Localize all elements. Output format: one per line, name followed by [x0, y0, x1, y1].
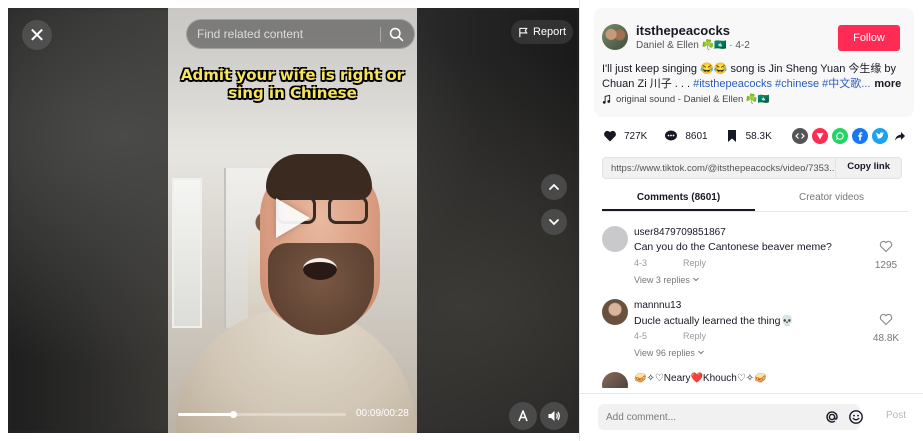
comment-meta: 4-5 Reply — [634, 331, 706, 341]
hashtags[interactable]: #itsthepeacocks #chinese #中文歌... — [693, 78, 870, 90]
progress-bar[interactable] — [178, 411, 346, 418]
comment-input[interactable] — [598, 404, 860, 430]
commenter-avatar[interactable] — [602, 372, 628, 388]
bookmark-icon — [724, 128, 740, 144]
next-video-button[interactable] — [541, 209, 567, 235]
share-url[interactable]: https://www.tiktok.com/@itsthepeacocks/v… — [603, 163, 835, 174]
comment-stat[interactable]: 8601 — [663, 128, 708, 144]
heart-outline-icon — [879, 313, 893, 326]
related-search-box[interactable] — [186, 19, 415, 49]
details-panel: itsthepeacocks Daniel & Ellen ☘️🇲🇴 · 4-2… — [579, 0, 923, 441]
comment-item: 🥪✧♡Neary❤️Khouch♡✧🥪 — [602, 368, 908, 388]
commenter-username[interactable]: 🥪✧♡Neary❤️Khouch♡✧🥪 — [634, 373, 767, 384]
emoji-icon[interactable] — [848, 409, 864, 425]
save-stat[interactable]: 58.3K — [724, 128, 772, 144]
copy-link-button[interactable]: Copy link — [835, 157, 901, 179]
commenter-avatar[interactable] — [602, 299, 628, 325]
share-arrow-icon[interactable] — [892, 128, 908, 144]
chevron-down-icon — [693, 277, 700, 282]
report-label: Report — [532, 26, 567, 38]
video-scene-man-hair — [266, 154, 372, 200]
author-avatar[interactable] — [602, 24, 628, 50]
comment-item: user8479709851867 Can you do the Cantone… — [602, 222, 908, 295]
comment-item: mannnu13 Ducle actually learned the thin… — [602, 295, 908, 368]
comment-text: Ducle actually learned the thing💀 — [634, 315, 794, 327]
video-caption: Admit your wife is right or sing in Chin… — [180, 66, 405, 102]
progress-fill — [178, 413, 234, 416]
comment-like-count: 1295 — [874, 260, 898, 271]
play-icon[interactable] — [276, 198, 310, 238]
search-divider — [380, 27, 381, 42]
comment-composer: Post — [580, 393, 923, 441]
view-replies-label: View 96 replies — [634, 348, 695, 358]
comment-date: 4-3 — [634, 258, 648, 268]
comment-count: 8601 — [685, 130, 708, 142]
reply-button[interactable]: Reply — [683, 258, 706, 268]
floating-icon — [518, 410, 528, 422]
video-scene-window — [172, 178, 202, 328]
comment-icon — [663, 128, 679, 144]
video-frame[interactable]: Admit your wife is right or sing in Chin… — [168, 8, 417, 433]
sound-link[interactable]: original sound - Daniel & Ellen ☘️🇲🇴 — [602, 94, 770, 105]
view-replies-link[interactable]: View 96 replies — [634, 348, 705, 358]
more-link[interactable]: more — [874, 78, 901, 90]
mention-at-icon[interactable] — [824, 409, 840, 425]
previous-video-button[interactable] — [541, 174, 567, 200]
heart-icon — [602, 128, 618, 144]
send-icon[interactable] — [812, 128, 828, 144]
video-player[interactable]: Admit your wife is right or sing in Chin… — [8, 8, 579, 433]
heart-outline-icon — [879, 240, 893, 253]
reply-button[interactable]: Reply — [683, 331, 706, 341]
comment-meta: 4-3 Reply — [634, 258, 706, 268]
volume-button[interactable] — [540, 402, 568, 430]
float-player-button[interactable] — [509, 402, 537, 430]
action-bar: 727K 8601 58.3K — [602, 126, 908, 146]
chevron-up-icon — [549, 183, 559, 190]
video-info-card: itsthepeacocks Daniel & Ellen ☘️🇲🇴 · 4-2… — [594, 8, 914, 117]
close-button[interactable]: ✕ — [22, 20, 52, 50]
tab-creator-videos[interactable]: Creator videos — [755, 188, 908, 211]
share-buttons — [792, 128, 908, 144]
time-display: 00:09/00:28 — [356, 408, 409, 419]
view-replies-label: View 3 replies — [634, 275, 690, 285]
save-count: 58.3K — [745, 130, 772, 142]
tab-comments[interactable]: Comments (8601) — [602, 188, 755, 211]
comment-like-button[interactable]: 1295 — [866, 240, 906, 271]
report-button[interactable]: Report — [511, 20, 573, 44]
comment-like-count: 48.8K — [872, 333, 900, 344]
sound-label: original sound - Daniel & Ellen ☘️🇲🇴 — [616, 94, 770, 105]
commenter-avatar[interactable] — [602, 226, 628, 252]
post-button[interactable]: Post — [886, 410, 906, 421]
commenter-username[interactable]: user8479709851867 — [634, 227, 726, 238]
comment-text: Can you do the Cantonese beaver meme? — [634, 241, 832, 253]
volume-icon — [548, 411, 560, 421]
whatsapp-icon[interactable] — [832, 128, 848, 144]
twitter-icon[interactable] — [872, 128, 888, 144]
author-nickname: Daniel & Ellen ☘️🇲🇴 · 4-2 — [636, 40, 750, 51]
follow-button[interactable]: Follow — [838, 25, 900, 51]
chevron-down-icon — [698, 350, 705, 355]
view-replies-link[interactable]: View 3 replies — [634, 275, 700, 285]
like-stat[interactable]: 727K — [602, 128, 647, 144]
flag-icon — [519, 27, 528, 37]
video-scene-man-mouth — [303, 258, 337, 280]
commenter-username[interactable]: mannnu13 — [634, 300, 681, 311]
music-note-icon — [602, 95, 611, 104]
comment-list[interactable]: user8479709851867 Can you do the Cantone… — [602, 222, 908, 388]
facebook-icon[interactable] — [852, 128, 868, 144]
search-icon[interactable] — [388, 26, 405, 43]
panel-tabs: Comments (8601) Creator videos — [602, 188, 908, 212]
chevron-down-icon — [549, 219, 559, 226]
comment-date: 4-5 — [634, 331, 648, 341]
video-description: I'll just keep singing 😂😂 song is Jin Sh… — [602, 62, 902, 92]
author-username[interactable]: itsthepeacocks — [636, 23, 730, 38]
embed-code-icon[interactable] — [792, 128, 808, 144]
like-count: 727K — [624, 130, 648, 142]
search-input[interactable] — [197, 20, 377, 48]
comment-like-button[interactable]: 48.8K — [866, 313, 906, 344]
share-url-box: https://www.tiktok.com/@itsthepeacocks/v… — [602, 157, 902, 179]
